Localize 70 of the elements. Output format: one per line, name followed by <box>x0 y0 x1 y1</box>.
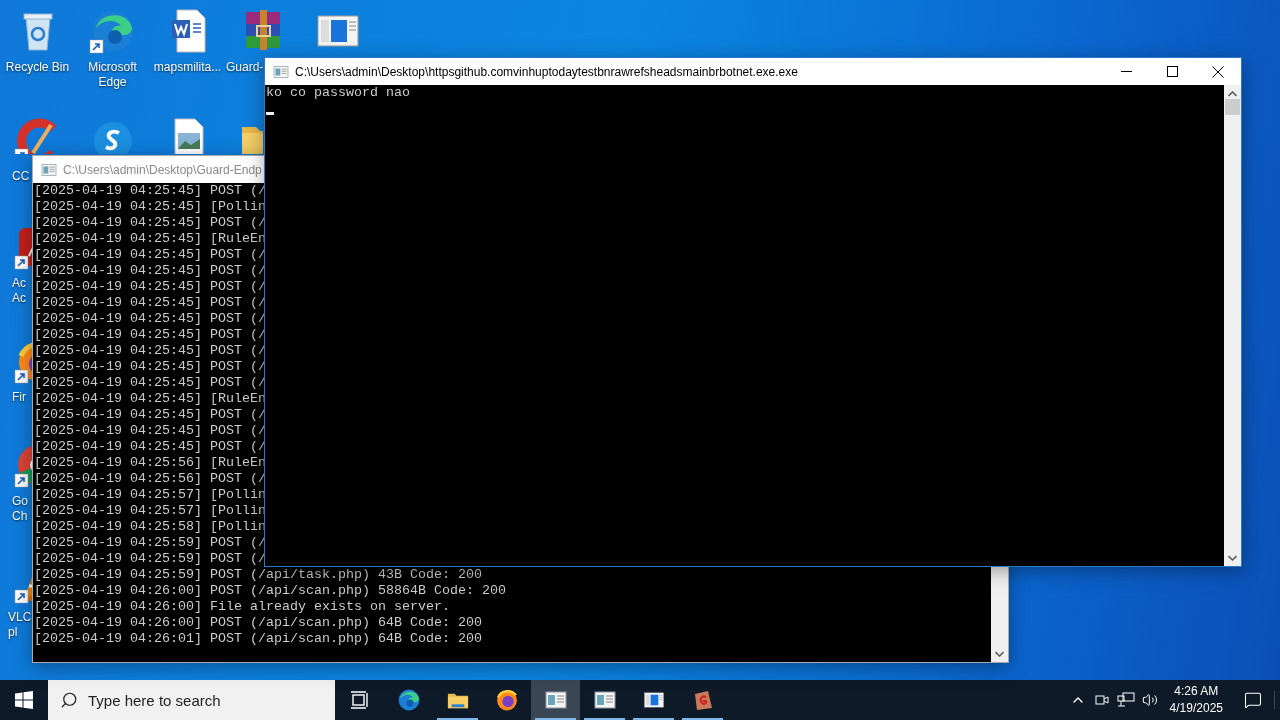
close-icon <box>1212 65 1224 78</box>
clock[interactable]: 4:26 AM 4/19/2025 <box>1161 683 1231 717</box>
console-line: [2025-04-19 04:25:59] POST (/ <box>33 535 267 551</box>
console-line: [2025-04-19 04:25:45] POST (/ <box>33 263 267 279</box>
console-line: [2025-04-19 04:25:45] POST (/ <box>33 439 267 455</box>
scrollbar[interactable] <box>991 567 1008 662</box>
search-icon <box>60 691 78 709</box>
console-line: [2025-04-19 04:25:57] [Pollin <box>33 487 267 503</box>
icon-label: Ac <box>12 276 26 291</box>
scrollbar[interactable] <box>1224 85 1241 566</box>
console-icon <box>41 162 57 177</box>
console-line: ko co password nao <box>265 85 411 101</box>
icon-label: Ch <box>12 509 28 524</box>
console-line: [2025-04-19 04:25:45] POST (/ <box>33 247 267 263</box>
maximize-icon <box>1166 66 1178 77</box>
icon-label: VLC <box>8 610 32 625</box>
taskbar-app-button[interactable] <box>531 680 580 720</box>
scroll-down-icon[interactable] <box>995 651 1004 657</box>
icon-label: Recycle Bin <box>5 60 70 75</box>
network-icon <box>1116 692 1135 708</box>
icon-label: Fir <box>12 390 26 405</box>
console-line: [2025-04-19 04:25:45] [RuleEn <box>33 391 267 407</box>
console-icon <box>544 690 567 710</box>
search-field[interactable]: Type here to search <box>48 680 335 720</box>
clock-date: 4/19/2025 <box>1169 700 1223 717</box>
console-line: [2025-04-19 04:25:45] POST (/ <box>33 279 267 295</box>
console-line: [2025-04-19 04:26:00] File already exists on server. <box>33 599 451 615</box>
console-line: [2025-04-19 04:25:45] POST (/ <box>33 359 267 375</box>
console-line: [2025-04-19 04:25:56] POST (/ <box>33 471 267 487</box>
console-icon <box>593 690 616 710</box>
console-line: [2025-04-19 04:25:45] POST (/ <box>33 343 267 359</box>
console-line: [2025-04-19 04:25:45] [Pollin <box>33 199 267 215</box>
icon-label: Microsoft <box>88 60 137 75</box>
console-line: [2025-04-19 04:25:45] POST (/ <box>33 295 267 311</box>
console-line: [2025-04-19 04:25:56] [RuleEn <box>33 455 267 471</box>
speaker-icon <box>1141 692 1158 708</box>
icon-label: Ac <box>12 291 26 306</box>
console-line: [2025-04-19 04:25:45] POST (/ <box>33 215 267 231</box>
window-title: C:\Users\admin\Desktop\httpsgithub.comvinhuptodaytestbnrawrefsheadsmainbrbotnet.exe.exe <box>295 64 799 79</box>
notification-icon <box>1243 691 1262 709</box>
console-line: [2025-04-19 04:26:00] POST (/api/scan.php) 58864B Code: 200 <box>33 583 507 599</box>
console-line: [2025-04-19 04:25:45] [RuleEn <box>33 231 267 247</box>
icon-label: pl <box>8 625 18 640</box>
icon-label: CC <box>12 169 30 184</box>
console-icon <box>273 64 289 79</box>
windows-logo-icon <box>15 691 33 709</box>
console-line: [2025-04-19 04:25:58] [Pollin <box>33 519 267 535</box>
console-line: [2025-04-19 04:26:01] POST (/api/scan.php) 64B Code: 200 <box>33 631 483 647</box>
icon-label: Edge <box>98 75 127 90</box>
window-title: C:\Users\admin\Desktop\Guard-Endp <box>63 162 263 177</box>
minimize-icon <box>1120 70 1132 73</box>
icon-label: Guard- <box>226 60 264 75</box>
icon-label: mapsmilita... <box>153 60 222 75</box>
console-line: [2025-04-19 04:26:00] POST (/api/scan.php) 64B Code: 200 <box>33 615 483 631</box>
scroll-thumb[interactable] <box>1225 99 1240 115</box>
console-line: [2025-04-19 04:25:45] POST (/ <box>33 407 267 423</box>
console-line: [2025-04-19 04:25:45] POST (/ <box>33 183 267 199</box>
console-line: [2025-04-19 04:25:59] POST (/api/task.php) 43B Code: 200 <box>33 567 483 583</box>
camera-icon <box>1093 692 1110 708</box>
task-view-icon <box>349 691 370 709</box>
console-line: [2025-04-19 04:25:45] POST (/ <box>33 375 267 391</box>
scroll-down-icon[interactable] <box>1228 555 1237 561</box>
console-line: [2025-04-19 04:25:45] POST (/ <box>33 327 267 343</box>
console-line: [2025-04-19 04:25:45] POST (/ <box>33 311 267 327</box>
console-line: [2025-04-19 04:25:45] POST (/ <box>33 423 267 439</box>
icon-label: Go <box>12 494 28 509</box>
console-line: [2025-04-19 04:25:57] [Pollin <box>33 503 267 519</box>
console-line: [2025-04-19 04:25:59] POST (/ <box>33 551 267 567</box>
clock-time: 4:26 AM <box>1174 683 1219 700</box>
scroll-up-icon[interactable] <box>1228 91 1237 97</box>
